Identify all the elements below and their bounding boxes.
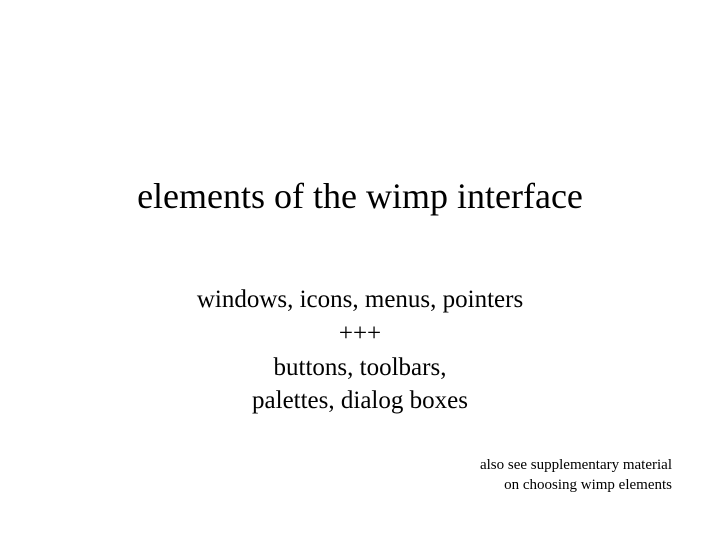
body-line-3: buttons, toolbars, bbox=[0, 351, 720, 385]
footnote-line-2: on choosing wimp elements bbox=[480, 476, 672, 496]
body-line-1: windows, icons, menus, pointers bbox=[0, 283, 720, 317]
slide: elements of the wimp interface windows, … bbox=[0, 0, 720, 540]
slide-title: elements of the wimp interface bbox=[0, 175, 720, 217]
footnote-line-1: also see supplementary material bbox=[480, 456, 672, 476]
slide-footnote: also see supplementary material on choos… bbox=[480, 456, 672, 495]
body-line-4: palettes, dialog boxes bbox=[0, 384, 720, 418]
body-line-2: +++ bbox=[0, 317, 720, 351]
slide-body: windows, icons, menus, pointers +++ butt… bbox=[0, 283, 720, 418]
